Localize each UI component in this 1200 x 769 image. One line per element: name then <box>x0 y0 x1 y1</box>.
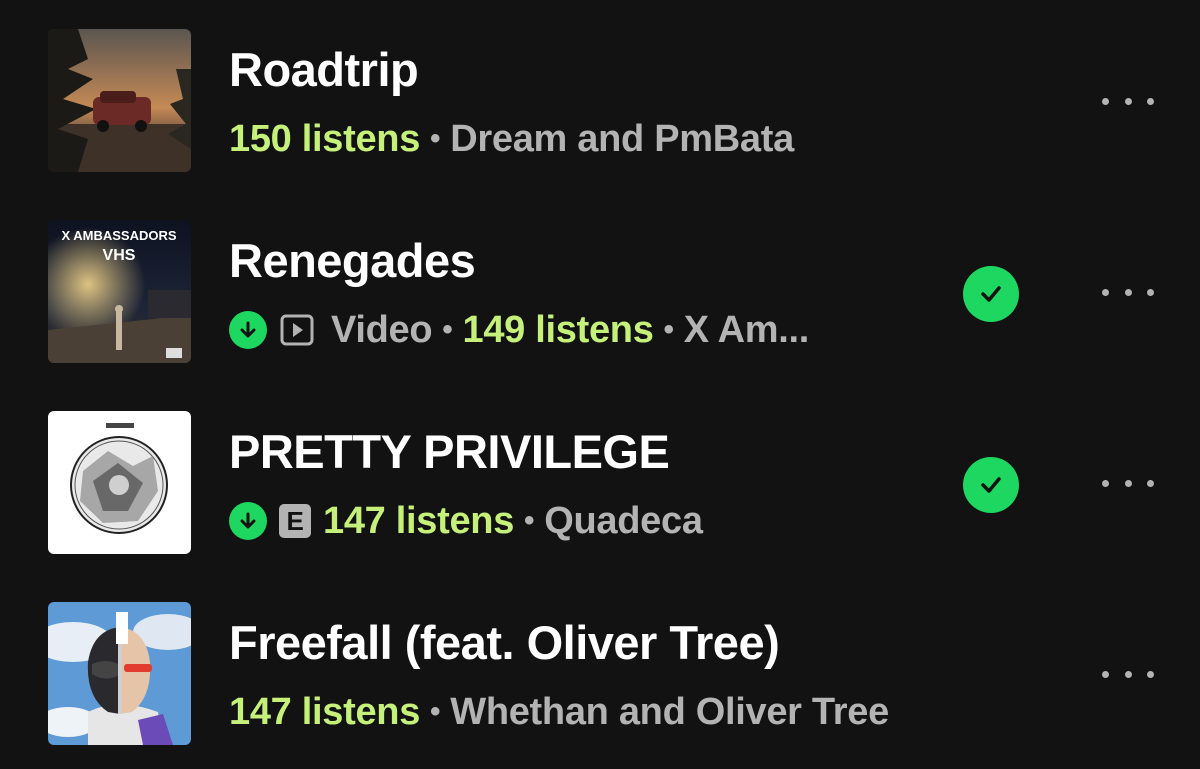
album-cover <box>48 29 191 172</box>
separator-dot: • <box>524 504 535 537</box>
separator-dot: • <box>430 122 441 155</box>
more-options-icon[interactable] <box>1102 663 1154 685</box>
separator-dot: • <box>663 313 675 346</box>
artist-name: Quadeca <box>544 499 703 542</box>
listen-count: 147 listens <box>229 690 421 733</box>
album-cover: X AMBASSADORS VHS <box>48 220 191 363</box>
track-title: PRETTY PRIVILEGE <box>229 425 670 478</box>
track-title: Renegades <box>229 234 476 287</box>
track-meta: E 147 listens • Quadeca <box>229 495 703 547</box>
track-list: Roadtrip 150 listens • Dream and PmBata <box>0 0 1200 769</box>
track-row[interactable]: Freefall (feat. Oliver Tree) 147 listens… <box>0 573 1200 763</box>
listen-count: 149 listens <box>462 308 654 351</box>
track-meta: 150 listens • Dream and PmBata <box>229 113 794 165</box>
listen-count: 147 listens <box>323 499 515 542</box>
explicit-icon: E <box>279 504 311 538</box>
artist-name: X Am... <box>683 308 810 351</box>
track-meta: 147 listens • Whethan and Oliver Tree <box>229 686 889 738</box>
video-icon <box>279 312 315 348</box>
album-cover <box>48 411 191 554</box>
track-title: Roadtrip <box>229 43 419 96</box>
track-row[interactable]: PRETTY PRIVILEGE E 147 listens • Quadeca <box>0 382 1200 572</box>
album-cover <box>48 602 191 745</box>
listen-count: 150 listens <box>229 117 421 160</box>
check-icon[interactable] <box>963 266 1019 322</box>
download-icon <box>229 502 267 540</box>
video-label: Video <box>331 308 433 351</box>
cover-text: VHS <box>103 247 136 264</box>
more-options-icon[interactable] <box>1102 472 1154 494</box>
separator-dot: • <box>442 313 453 346</box>
separator-dot: • <box>430 695 441 728</box>
track-title: Freefall (feat. Oliver Tree) <box>229 616 780 669</box>
artist-name: Dream and PmBata <box>450 117 794 160</box>
more-options-icon[interactable] <box>1102 281 1154 303</box>
download-icon <box>229 311 267 349</box>
cover-text: X AMBASSADORS <box>61 228 176 243</box>
track-row[interactable]: Roadtrip 150 listens • Dream and PmBata <box>0 0 1200 190</box>
more-options-icon[interactable] <box>1102 90 1154 112</box>
check-icon[interactable] <box>963 457 1019 513</box>
track-meta: Video • 149 listens • X Am... <box>229 304 809 356</box>
artist-name: Whethan and Oliver Tree <box>450 690 889 733</box>
track-row[interactable]: X AMBASSADORS VHS Renegades Video • 149 … <box>0 191 1200 381</box>
